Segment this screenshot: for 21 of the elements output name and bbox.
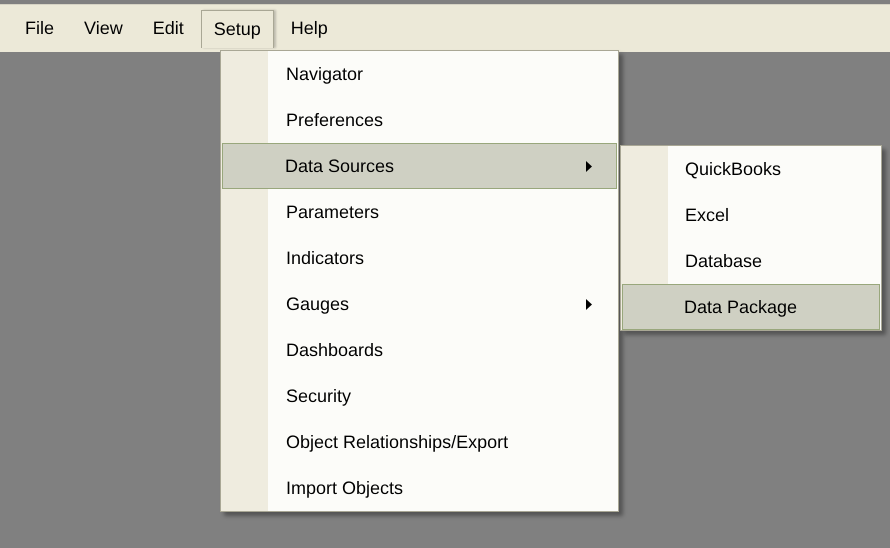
submenu-item[interactable]: Excel [622, 192, 880, 238]
submenu-item[interactable]: QuickBooks [622, 146, 880, 192]
menu-bar-item[interactable]: View [71, 10, 136, 48]
menu-item[interactable]: Import Objects [222, 465, 617, 511]
submenu-item[interactable]: Database [622, 238, 880, 284]
menu-item[interactable]: Security [222, 373, 617, 419]
menu-item[interactable]: Indicators [222, 235, 617, 281]
menu-bar-item[interactable]: Setup [200, 10, 274, 48]
submenu-arrow-icon [586, 299, 592, 310]
menu-bar-item[interactable]: File [12, 10, 68, 48]
menu-item[interactable]: Preferences [222, 97, 617, 143]
menu-item[interactable]: Gauges [222, 281, 617, 327]
menu-bar-item[interactable]: Help [278, 10, 341, 48]
menu-item[interactable]: Dashboards [222, 327, 617, 373]
menu-item[interactable]: Object Relationships/Export [222, 419, 617, 465]
menu-item[interactable]: Parameters [222, 189, 617, 235]
menu-item[interactable]: Data Sources [222, 143, 617, 189]
menu-bar-item[interactable]: Edit [140, 10, 197, 48]
submenu-arrow-icon [586, 161, 592, 172]
menu-item[interactable]: Navigator [222, 51, 617, 97]
submenu-item[interactable]: Data Package [622, 284, 880, 330]
